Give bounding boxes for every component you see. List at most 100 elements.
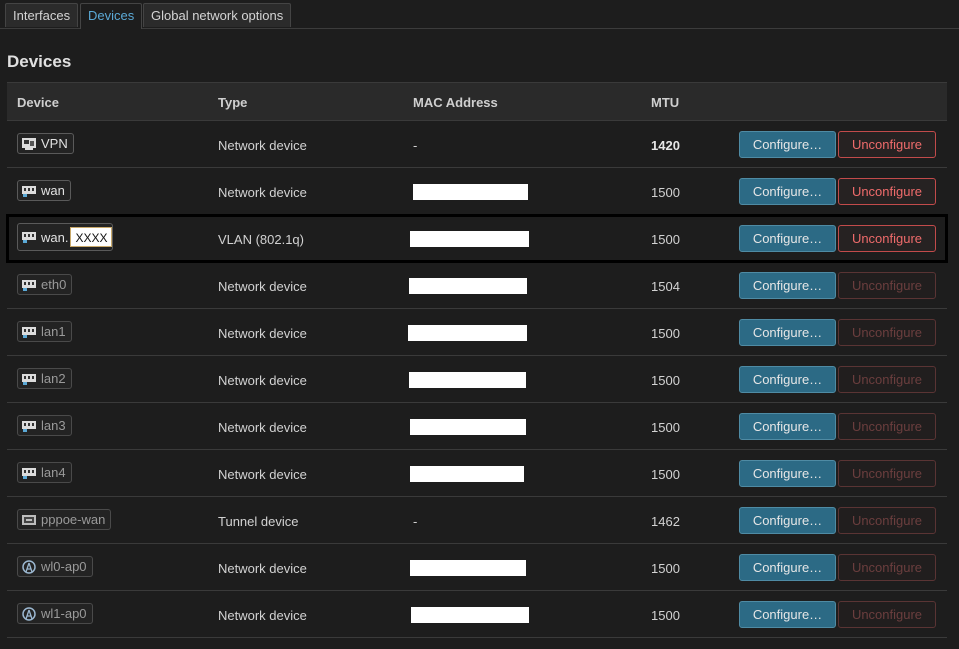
mtu-value: 1420 xyxy=(651,138,680,153)
device-type: Tunnel device xyxy=(218,514,299,529)
device-type: Network device xyxy=(218,608,307,623)
unconfigure-button: Unconfigure xyxy=(838,319,936,346)
unconfigure-button[interactable]: Unconfigure xyxy=(838,225,936,252)
device-type: Network device xyxy=(218,561,307,576)
device-badge: VPN xyxy=(17,133,74,154)
tab-bar: Interfaces Devices Global network option… xyxy=(0,0,959,29)
device-badge: wan xyxy=(17,180,71,201)
device-badge: lan2 xyxy=(17,368,72,389)
mtu-value: 1500 xyxy=(651,232,680,247)
table-row: wl1-ap0 Network device 1500 Configure… Uncon… xyxy=(7,591,947,638)
configure-button[interactable]: Configure… xyxy=(739,272,836,299)
configure-button[interactable]: Configure… xyxy=(739,131,836,158)
device-name: wl0-ap0 xyxy=(41,559,87,574)
mtu-value: 1462 xyxy=(651,514,680,529)
device-name: VPN xyxy=(41,136,68,151)
column-header-type: Type xyxy=(218,95,248,110)
table-row: wan Network device 1500 Configure… Unconfigu… xyxy=(7,168,947,215)
vpn-icon xyxy=(21,137,37,151)
mac-address-redacted xyxy=(410,419,526,435)
tab-interfaces[interactable]: Interfaces xyxy=(5,3,79,27)
ethernet-port-icon xyxy=(21,184,37,198)
mtu-value: 1504 xyxy=(651,279,680,294)
device-badge: pppoe-wan xyxy=(17,509,112,530)
device-name: eth0 xyxy=(41,277,67,292)
mac-address-redacted xyxy=(410,231,529,247)
wifi-icon xyxy=(21,559,37,574)
configure-button[interactable]: Configure… xyxy=(739,460,836,487)
table-row: pppoe-wan Tunnel device - 1462 Configure… Unc… xyxy=(7,497,947,544)
ethernet-port-icon xyxy=(21,372,37,386)
ethernet-port-icon xyxy=(21,230,37,244)
device-badge: wl0-ap0 xyxy=(17,556,93,577)
table-row: lan1 Network device 1500 Configure… Unconfig… xyxy=(7,309,947,356)
table-body: VPN Network device -1420 Configure… Unconfig… xyxy=(6,121,948,638)
mac-address-redacted xyxy=(409,278,527,294)
ethernet-port-icon xyxy=(21,325,37,339)
device-badge: lan1 xyxy=(17,321,72,342)
ethernet-port-icon xyxy=(21,419,37,433)
configure-button[interactable]: Configure… xyxy=(739,178,836,205)
mtu-value: 1500 xyxy=(651,185,680,200)
unconfigure-button: Unconfigure xyxy=(838,507,936,534)
device-type: Network device xyxy=(218,467,307,482)
mtu-value: 1500 xyxy=(651,373,680,388)
unconfigure-button[interactable]: Unconfigure xyxy=(838,178,936,205)
devices-table: Device Type MAC Address MTU VPN Network d… xyxy=(6,82,948,638)
configure-button[interactable]: Configure… xyxy=(739,507,836,534)
mtu-value: 1500 xyxy=(651,467,680,482)
mac-address: - xyxy=(413,514,418,529)
device-name: pppoe-wan xyxy=(41,512,106,527)
device-name: lan1 xyxy=(41,324,66,339)
device-badge: eth0 xyxy=(17,274,73,295)
device-name: lan2 xyxy=(41,371,66,386)
unconfigure-button[interactable]: Unconfigure xyxy=(838,131,936,158)
mac-address-redacted xyxy=(410,466,524,482)
column-header-device: Device xyxy=(17,95,59,110)
configure-button[interactable]: Configure… xyxy=(739,225,836,252)
device-name: wl1-ap0 xyxy=(41,606,87,621)
configure-button[interactable]: Configure… xyxy=(739,413,836,440)
ethernet-port-icon xyxy=(21,466,37,480)
table-row: lan2 Network device 1500 Configure… Unconfig… xyxy=(7,356,947,403)
vlan-id-field: XXXX xyxy=(70,227,113,247)
unconfigure-button: Unconfigure xyxy=(838,413,936,440)
configure-button[interactable]: Configure… xyxy=(739,554,836,581)
mtu-value: 1500 xyxy=(651,561,680,576)
page-title: Devices xyxy=(7,52,72,71)
table-row: lan3 Network device 1500 Configure… Unconfig… xyxy=(7,403,947,450)
unconfigure-button: Unconfigure xyxy=(838,366,936,393)
device-type: Network device xyxy=(218,185,307,200)
table-row: eth0 Network device 1504 Configure… Unconfig… xyxy=(7,262,947,309)
mac-address-redacted xyxy=(413,184,528,200)
table-row: wan. XXXX VLAN (802.1q) 1500 Configure… Uncon… xyxy=(6,214,948,263)
unconfigure-button: Unconfigure xyxy=(838,554,936,581)
table-row: lan4 Network device 1500 Configure… Unconfig… xyxy=(7,450,947,497)
device-type: Network device xyxy=(218,326,307,341)
device-badge: lan3 xyxy=(17,415,72,436)
unconfigure-button: Unconfigure xyxy=(838,601,936,628)
wifi-icon xyxy=(21,606,37,621)
table-header: Device Type MAC Address MTU xyxy=(7,82,947,121)
device-name: lan4 xyxy=(41,465,66,480)
device-type: Network device xyxy=(218,373,307,388)
mtu-value: 1500 xyxy=(651,608,680,623)
device-type: Network device xyxy=(218,420,307,435)
device-name: wan. xyxy=(41,229,69,245)
mac-address-redacted xyxy=(411,607,529,623)
tab-global-network-options[interactable]: Global network options xyxy=(143,3,292,27)
device-type: Network device xyxy=(218,138,307,153)
mac-address-redacted xyxy=(408,325,527,341)
device-name: lan3 xyxy=(41,418,66,433)
configure-button[interactable]: Configure… xyxy=(739,366,836,393)
device-badge: lan4 xyxy=(17,462,72,483)
column-header-mac: MAC Address xyxy=(413,95,498,110)
mtu-value: 1500 xyxy=(651,420,680,435)
configure-button[interactable]: Configure… xyxy=(739,319,836,346)
tab-devices[interactable]: Devices xyxy=(80,3,143,29)
unconfigure-button: Unconfigure xyxy=(838,272,936,299)
mac-address-redacted xyxy=(409,372,526,388)
ethernet-port-icon xyxy=(21,278,37,292)
tunnel-icon xyxy=(21,513,37,527)
configure-button[interactable]: Configure… xyxy=(739,601,836,628)
